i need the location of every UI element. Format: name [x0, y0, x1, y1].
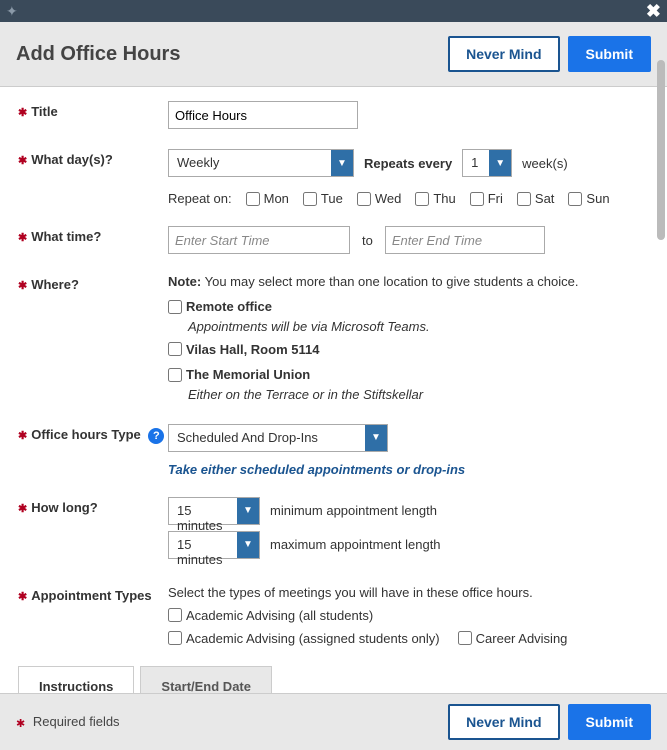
- start-time-input[interactable]: [168, 226, 350, 254]
- submit-button-footer[interactable]: Submit: [568, 704, 651, 740]
- dialog-footer: ✱ Required fields Never Mind Submit: [0, 693, 667, 750]
- close-icon[interactable]: ✖: [646, 1, 661, 22]
- chevron-down-icon: ▼: [365, 425, 387, 451]
- location-union-desc: Either on the Terrace or in the Stiftske…: [188, 387, 649, 402]
- dialog-title: Add Office Hours: [16, 43, 180, 66]
- office-hours-type-select[interactable]: Scheduled And Drop-Ins ▼: [168, 424, 388, 452]
- required-icon: ✱: [18, 591, 27, 603]
- nevermind-button[interactable]: Never Mind: [448, 36, 559, 72]
- chevron-down-icon: ▼: [489, 150, 511, 176]
- location-union-checkbox[interactable]: The Memorial Union: [168, 367, 310, 382]
- days-label: What day(s)?: [31, 152, 113, 167]
- weeks-suffix-label: week(s): [522, 156, 568, 171]
- frequency-value: Weekly: [169, 150, 331, 176]
- chevron-down-icon: ▼: [331, 150, 353, 176]
- location-remote-checkbox[interactable]: Remote office: [168, 299, 272, 314]
- form-content: ✱ Title ✱ What day(s)? Weekly ▼ Repeats ev…: [0, 87, 667, 695]
- appt-type-all-checkbox[interactable]: Academic Advising (all students): [168, 608, 373, 623]
- required-icon: ✱: [16, 718, 25, 730]
- chevron-down-icon: ▼: [237, 498, 259, 524]
- time-label: What time?: [31, 229, 101, 244]
- min-length-value: 15 minutes: [169, 498, 237, 524]
- day-tue-checkbox[interactable]: Tue: [303, 191, 343, 206]
- appt-types-note: Select the types of meetings you will ha…: [168, 585, 649, 600]
- day-sat-checkbox[interactable]: Sat: [517, 191, 555, 206]
- max-length-select[interactable]: 15 minutes ▼: [168, 531, 260, 559]
- title-label: Title: [31, 104, 58, 119]
- to-label: to: [362, 233, 373, 248]
- repeats-every-label: Repeats every: [364, 156, 452, 171]
- star-icon: ✦: [6, 3, 18, 20]
- appt-type-career-checkbox[interactable]: Career Advising: [458, 631, 568, 646]
- location-vilas-checkbox[interactable]: Vilas Hall, Room 5114: [168, 342, 319, 357]
- window-titlebar: ✦ ✖: [0, 0, 667, 22]
- required-icon: ✱: [18, 280, 27, 292]
- type-label: Office hours Type: [31, 427, 141, 442]
- where-note: Note: You may select more than one locat…: [168, 274, 649, 289]
- end-time-input[interactable]: [385, 226, 545, 254]
- howlong-label: How long?: [31, 500, 97, 515]
- scrollbar-thumb[interactable]: [657, 60, 665, 240]
- help-icon[interactable]: ?: [148, 428, 164, 444]
- dialog-header: Add Office Hours Never Mind Submit: [0, 22, 667, 87]
- day-fri-checkbox[interactable]: Fri: [470, 191, 503, 206]
- where-label: Where?: [31, 277, 79, 292]
- min-length-select[interactable]: 15 minutes ▼: [168, 497, 260, 525]
- tabs: Instructions Start/End Date: [18, 666, 649, 696]
- appt-types-label: Appointment Types: [31, 588, 151, 603]
- appt-type-assigned-checkbox[interactable]: Academic Advising (assigned students onl…: [168, 631, 440, 646]
- nevermind-button-footer[interactable]: Never Mind: [448, 704, 559, 740]
- required-icon: ✱: [18, 107, 27, 119]
- required-fields-label: Required fields: [33, 714, 120, 729]
- frequency-select[interactable]: Weekly ▼: [168, 149, 354, 177]
- office-hours-type-value: Scheduled And Drop-Ins: [169, 425, 365, 451]
- required-icon: ✱: [18, 503, 27, 515]
- type-hint: Take either scheduled appointments or dr…: [168, 462, 649, 477]
- day-mon-checkbox[interactable]: Mon: [246, 191, 289, 206]
- repeat-on-label: Repeat on:: [168, 191, 232, 206]
- min-length-label: minimum appointment length: [270, 503, 437, 518]
- day-wed-checkbox[interactable]: Wed: [357, 191, 402, 206]
- title-input[interactable]: [168, 101, 358, 129]
- repeat-count-select[interactable]: 1 ▼: [462, 149, 512, 177]
- day-sun-checkbox[interactable]: Sun: [568, 191, 609, 206]
- max-length-value: 15 minutes: [169, 532, 237, 558]
- location-remote-desc: Appointments will be via Microsoft Teams…: [188, 319, 649, 334]
- max-length-label: maximum appointment length: [270, 537, 441, 552]
- required-icon: ✱: [18, 232, 27, 244]
- tab-instructions[interactable]: Instructions: [18, 666, 134, 696]
- submit-button[interactable]: Submit: [568, 36, 651, 72]
- required-icon: ✱: [18, 155, 27, 167]
- day-thu-checkbox[interactable]: Thu: [415, 191, 455, 206]
- scrollbar[interactable]: [657, 60, 665, 700]
- chevron-down-icon: ▼: [237, 532, 259, 558]
- tab-start-end-date[interactable]: Start/End Date: [140, 666, 272, 696]
- required-icon: ✱: [18, 430, 27, 442]
- repeat-count-value: 1: [463, 150, 489, 176]
